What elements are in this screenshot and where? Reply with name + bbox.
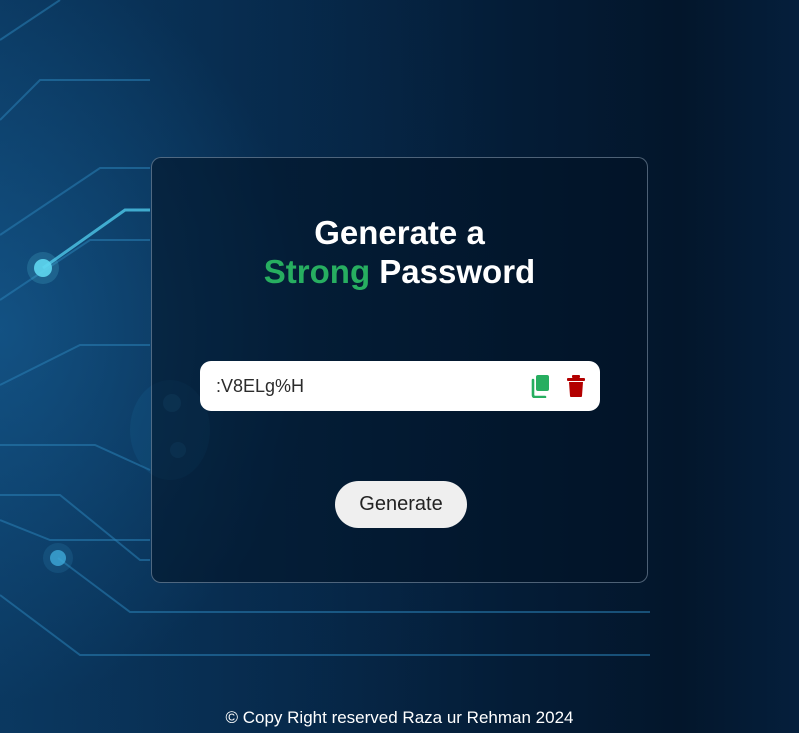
title-line1: Generate a xyxy=(314,214,485,251)
title-rest: Password xyxy=(379,253,536,290)
footer-copyright: © Copy Right reserved Raza ur Rehman 202… xyxy=(225,708,574,727)
card-title: Generate a Strong Password xyxy=(152,213,647,291)
password-field-container xyxy=(200,361,600,411)
generate-button[interactable]: Generate xyxy=(335,481,467,528)
password-output-field[interactable] xyxy=(216,361,516,411)
title-highlight: Strong xyxy=(263,253,371,290)
copy-icon[interactable] xyxy=(530,374,552,399)
trash-icon[interactable] xyxy=(565,374,587,398)
password-generator-card: Generate a Strong Password Generate xyxy=(151,157,648,583)
